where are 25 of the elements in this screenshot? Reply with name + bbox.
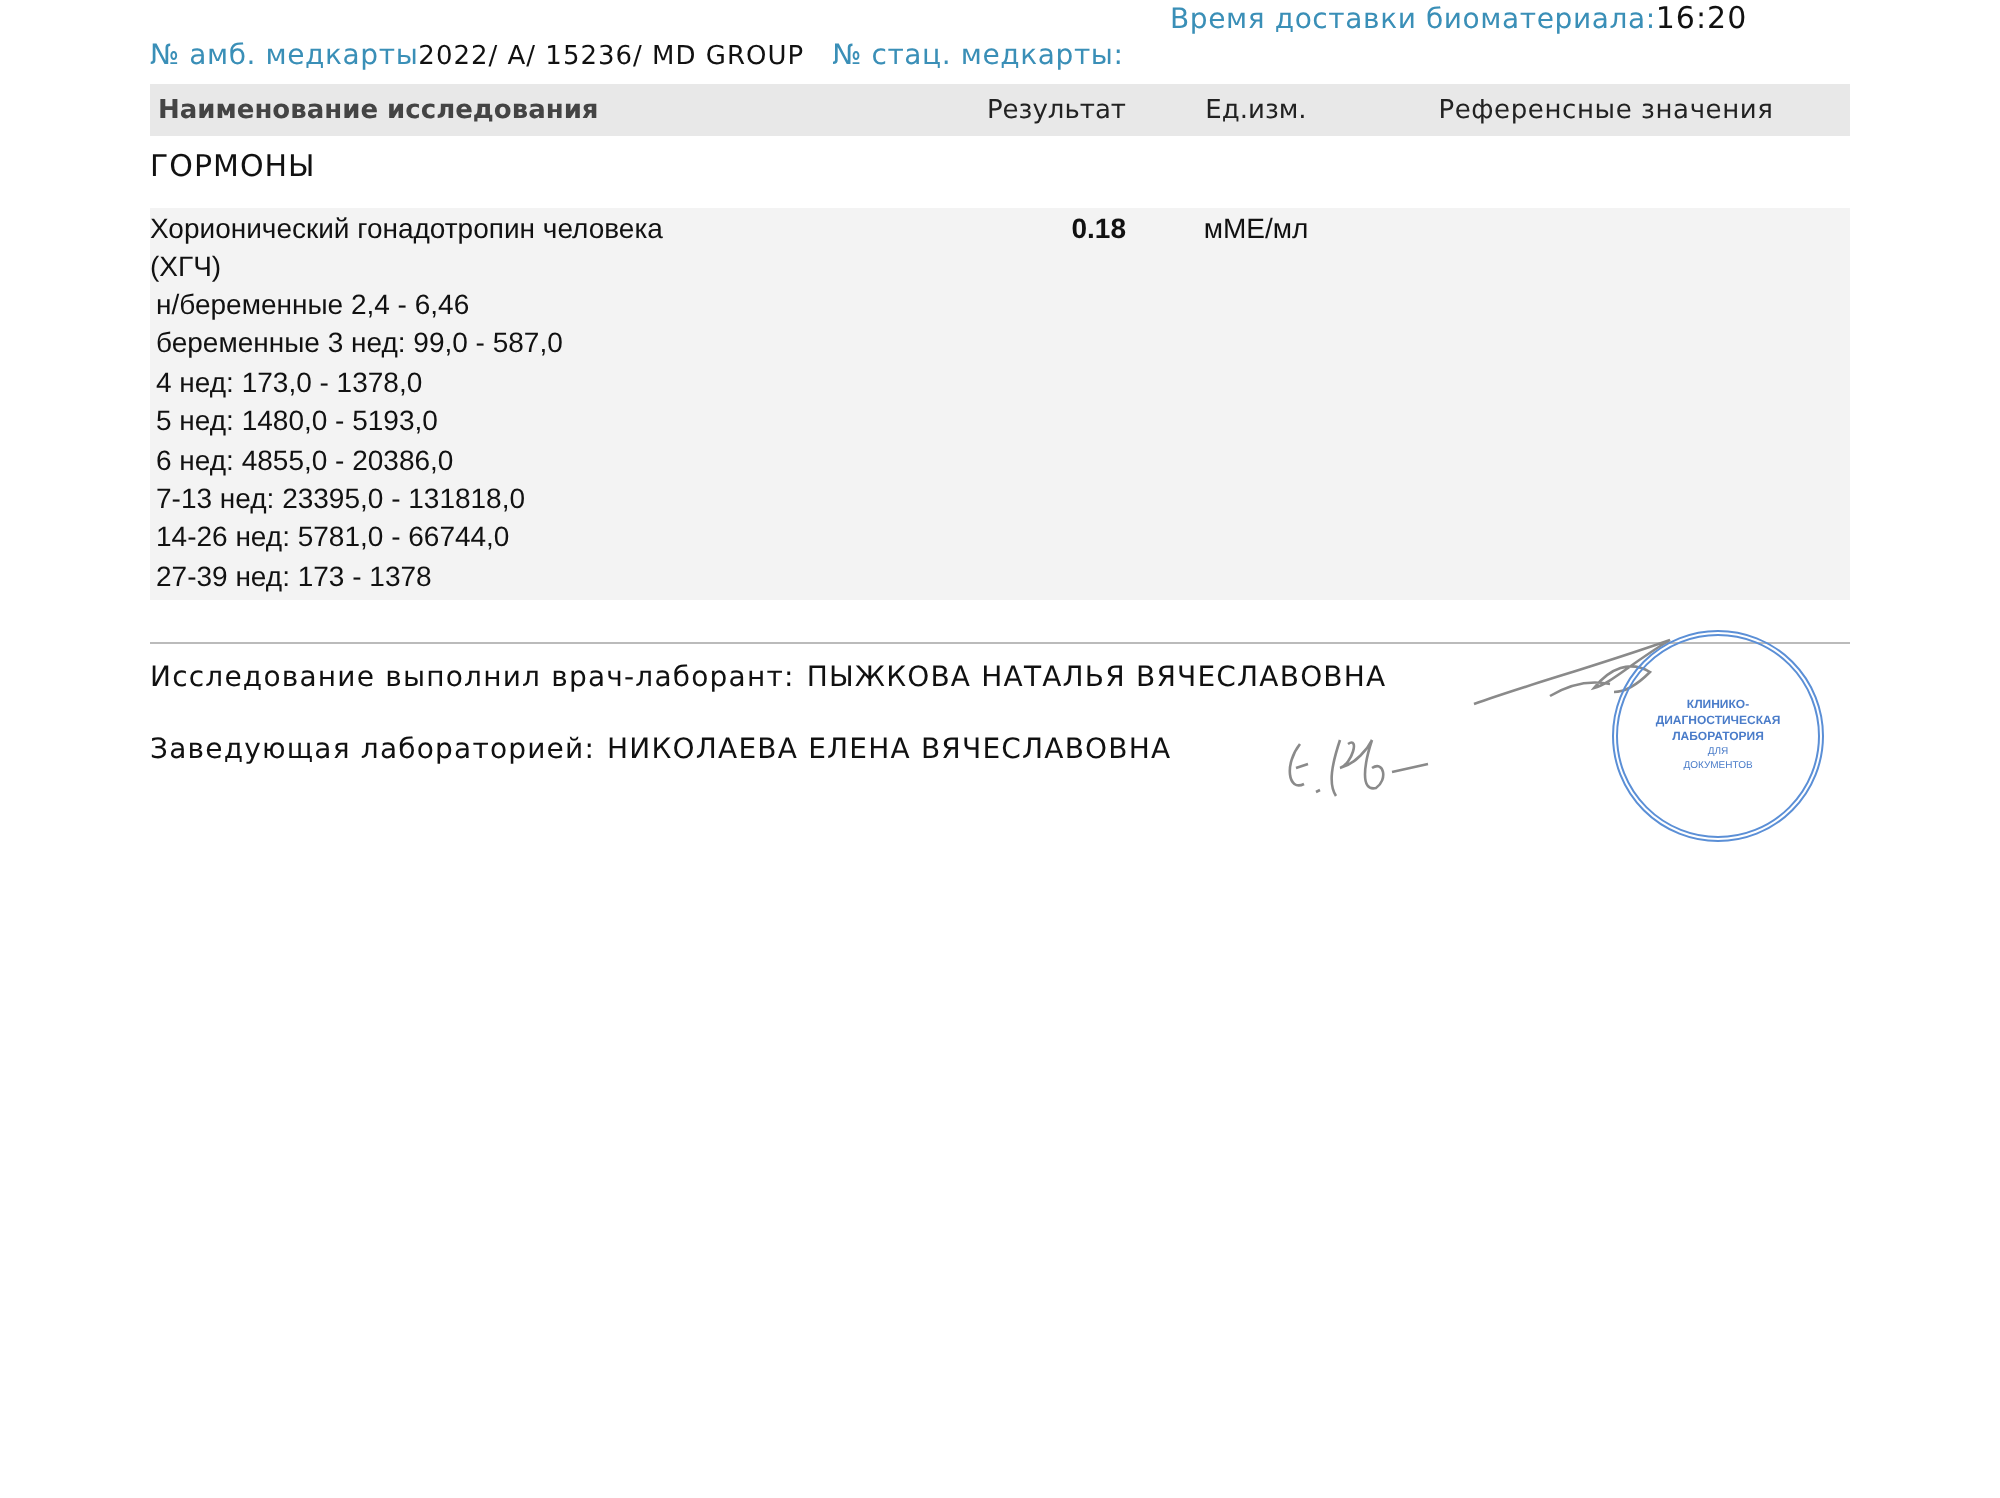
reference-note: 27-39 нед: 173 - 1378 bbox=[154, 557, 434, 596]
test-name: Хорионический гонадотропин человека (ХГЧ) bbox=[150, 210, 665, 286]
signer-name: ПЫЖКОВА НАТАЛЬЯ ВЯЧЕСЛАВОВНА bbox=[806, 662, 1387, 695]
field-label: № амб. медкарты bbox=[150, 40, 419, 72]
result-value: 0.18 bbox=[1069, 210, 1126, 248]
reference-note: 4 нед: 173,0 - 1378,0 bbox=[154, 363, 425, 402]
reference-note: 5 нед: 1480,0 - 5193,0 bbox=[154, 402, 440, 441]
section-title: ГОРМОНЫ bbox=[150, 146, 318, 188]
column-header: Ед.изм. bbox=[1203, 95, 1309, 125]
signer-name: НИКОЛАЕВА ЕЛЕНА ВЯЧЕСЛАВОВНА bbox=[607, 734, 1172, 767]
reference-note: н/беременные 2,4 - 6,46 bbox=[154, 286, 472, 324]
unit-value: мМЕ/мл bbox=[1201, 210, 1311, 248]
column-header: Референсные значения bbox=[1436, 95, 1776, 125]
reference-note: 6 нед: 4855,0 - 20386,0 bbox=[154, 441, 456, 480]
signature-label: Заведующая лабораторией: bbox=[150, 734, 596, 767]
reference-note: 14-26 нед: 5781,0 - 66744,0 bbox=[154, 518, 512, 557]
field-value: 2022/ A/ 15236/ MD GROUP bbox=[418, 42, 805, 72]
field-value: 16:20 bbox=[1655, 0, 1748, 36]
reference-note: 7-13 нед: 23395,0 - 131818,0 bbox=[154, 480, 528, 519]
reference-note: беременные 3 нед: 99,0 - 587,0 bbox=[154, 324, 565, 363]
column-header: Наименование исследования bbox=[156, 95, 601, 125]
signature-label: Исследование выполнил врач-лаборант: bbox=[150, 662, 795, 695]
field-label: № стац. медкарты: bbox=[832, 40, 1124, 72]
field-label: Время доставки биоматериала: bbox=[1170, 4, 1656, 36]
column-header: Результат bbox=[984, 95, 1126, 125]
